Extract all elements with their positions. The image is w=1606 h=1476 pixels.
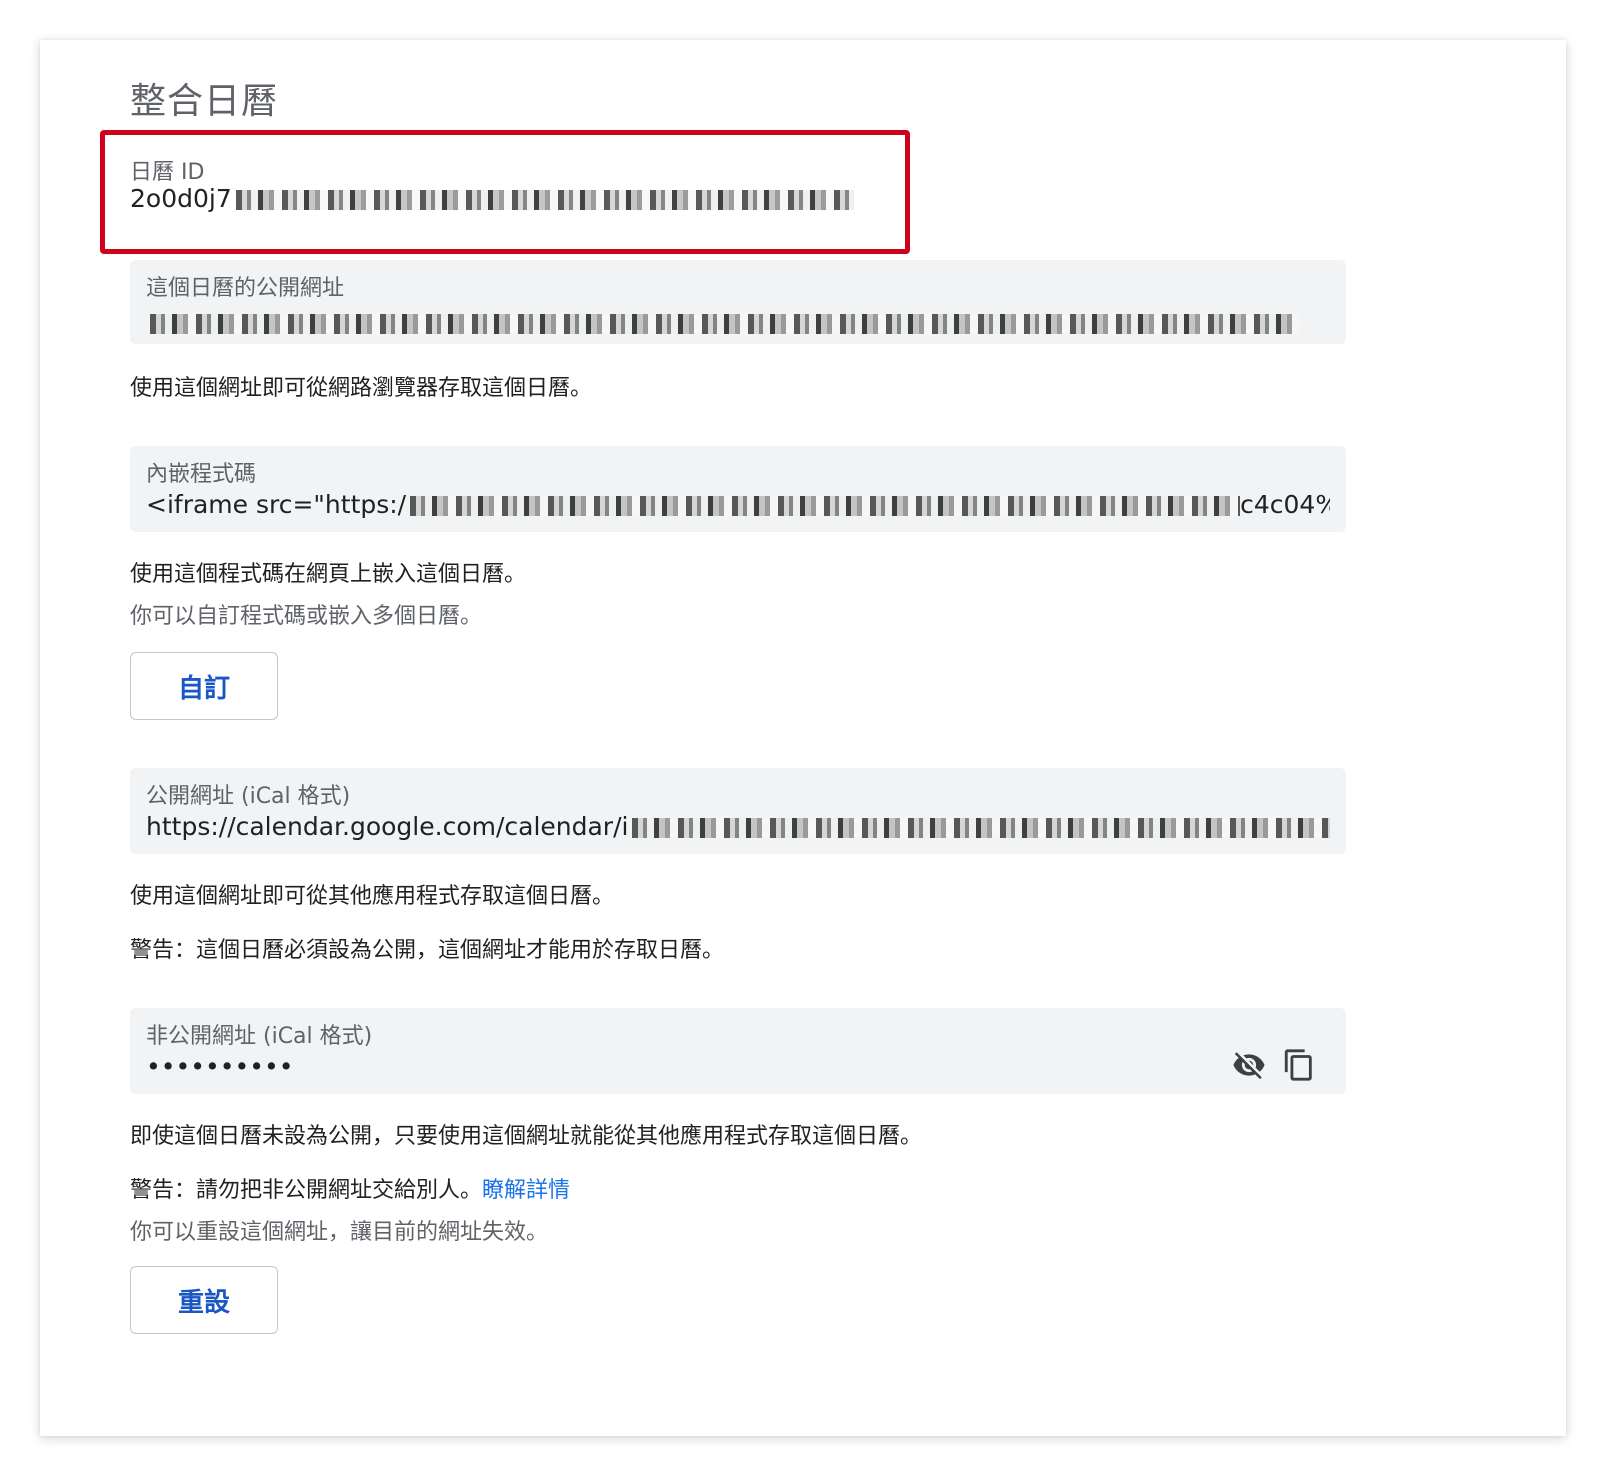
- embed-code-prefix: <iframe src="https:/: [146, 490, 407, 519]
- public-url-value: [146, 308, 1330, 337]
- public-url-description: 使用這個網址即可從網路瀏覽器存取這個日曆。: [130, 376, 593, 401]
- redacted-text: [235, 190, 854, 210]
- embed-code-description: 使用這個程式碼在網頁上嵌入這個日曆。: [130, 562, 527, 587]
- ical-private-value: ••••••••••: [146, 1052, 294, 1081]
- ical-private-description: 即使這個日曆未設為公開，只要使用這個網址就能從其他應用程式存取這個日曆。: [130, 1124, 923, 1149]
- redacted-text: [632, 818, 1330, 838]
- customize-button[interactable]: 自訂: [130, 652, 278, 720]
- embed-code-note: 你可以自訂程式碼或嵌入多個日曆。: [130, 604, 483, 629]
- page-title: 整合日曆: [130, 81, 279, 122]
- ical-public-description: 使用這個網址即可從其他應用程式存取這個日曆。: [130, 884, 615, 909]
- public-url-label: 這個日曆的公開網址: [146, 276, 345, 301]
- reset-button[interactable]: 重設: [130, 1266, 278, 1334]
- redacted-text: [150, 314, 1300, 334]
- copy-icon[interactable]: [1282, 1048, 1316, 1082]
- embed-code-field[interactable]: 內嵌程式碼 <iframe src="https:/ c4c04%: [130, 446, 1346, 532]
- learn-more-link[interactable]: 瞭解詳情: [482, 1178, 570, 1203]
- ical-private-field[interactable]: 非公開網址 (iCal 格式) ••••••••••: [130, 1008, 1346, 1094]
- calendar-id-label: 日曆 ID: [130, 160, 205, 185]
- ical-public-warning: 警告：這個日曆必須設為公開，這個網址才能用於存取日曆。: [130, 938, 725, 963]
- ical-public-prefix: https://calendar.google.com/calendar/i: [146, 812, 629, 841]
- embed-code-suffix: c4c04%: [1240, 490, 1330, 519]
- calendar-id-value[interactable]: 2o0d0j7: [130, 184, 854, 213]
- ical-public-label: 公開網址 (iCal 格式): [146, 784, 351, 809]
- visibility-off-icon[interactable]: [1232, 1048, 1266, 1082]
- ical-public-value: https://calendar.google.com/calendar/i: [146, 812, 1330, 841]
- calendar-id-text: 2o0d0j7: [130, 184, 232, 213]
- ical-private-note: 你可以重設這個網址，讓目前的網址失效。: [130, 1220, 549, 1245]
- integrate-calendar-card: 整合日曆 日曆 ID 2o0d0j7 這個日曆的公開網址 使用這個網址即可從網路…: [40, 40, 1566, 1436]
- field-actions: [1232, 1048, 1316, 1082]
- public-url-field[interactable]: 這個日曆的公開網址: [130, 260, 1346, 344]
- redacted-text: [410, 496, 1241, 516]
- ical-private-warning: 警告：請勿把非公開網址交給別人。: [130, 1178, 483, 1203]
- ical-public-field[interactable]: 公開網址 (iCal 格式) https://calendar.google.c…: [130, 768, 1346, 854]
- embed-code-value: <iframe src="https:/ c4c04%: [146, 490, 1330, 519]
- embed-code-label: 內嵌程式碼: [146, 462, 257, 487]
- ical-private-label: 非公開網址 (iCal 格式): [146, 1024, 373, 1049]
- ical-private-warning-line: 警告：請勿把非公開網址交給別人。瞭解詳情: [130, 1172, 570, 1204]
